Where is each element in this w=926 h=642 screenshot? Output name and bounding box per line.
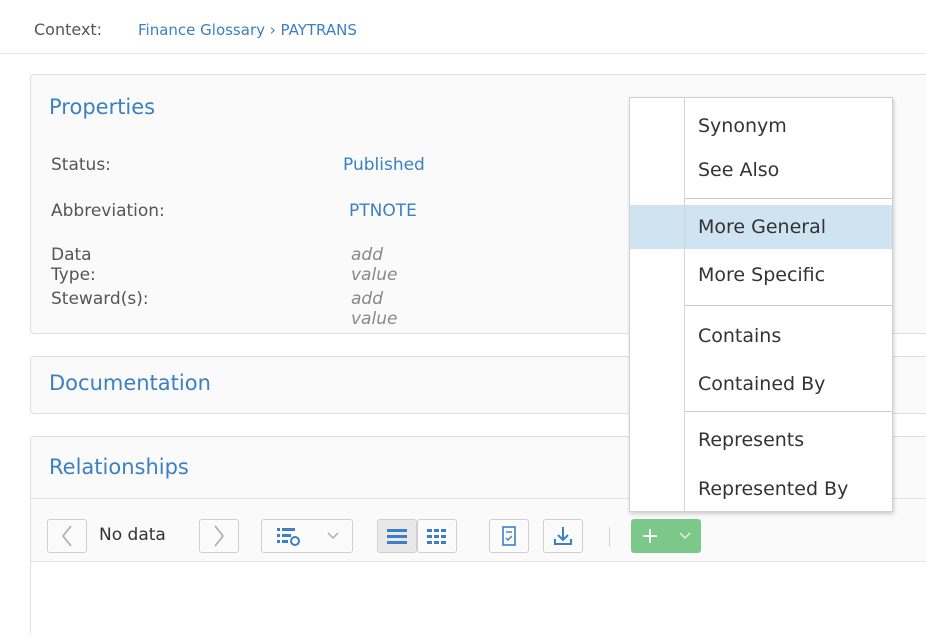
property-value-abbreviation[interactable]: PTNOTE	[349, 201, 417, 221]
menu-separator	[684, 411, 892, 412]
next-page-button[interactable]	[199, 519, 239, 553]
property-key: Abbreviation:	[51, 201, 165, 221]
relationships-list	[31, 561, 926, 642]
list-view-button[interactable]	[377, 519, 417, 553]
toolbar-divider	[609, 527, 610, 547]
context-label: Context:	[34, 20, 103, 39]
relationship-type-menu: Synonym See Also More General More Speci…	[629, 97, 893, 512]
column-settings-icon	[277, 528, 300, 546]
properties-title[interactable]: Properties	[49, 95, 155, 119]
menu-item-contained-by[interactable]: Contained By	[630, 362, 892, 406]
menu-separator	[684, 198, 892, 199]
property-key: Data Type:	[51, 245, 96, 285]
menu-item-more-specific[interactable]: More Specific	[630, 253, 892, 297]
pager-status: No data	[99, 525, 166, 545]
menu-item-synonym[interactable]: Synonym	[630, 104, 892, 148]
chevron-down-icon	[679, 532, 691, 539]
download-button[interactable]	[543, 519, 583, 553]
grid-view-icon	[427, 529, 446, 544]
property-key: Status:	[51, 155, 111, 175]
context-bar: Context: Finance Glossary › PAYTRANS	[0, 0, 926, 54]
grid-view-button[interactable]	[417, 519, 457, 553]
menu-icon-gutter	[684, 98, 685, 511]
list-view-icon	[387, 529, 407, 544]
column-settings-dropdown[interactable]	[261, 519, 353, 553]
chevron-right-icon	[214, 525, 225, 547]
plus-icon: +	[640, 523, 660, 549]
download-icon	[554, 527, 572, 545]
menu-item-contains[interactable]: Contains	[630, 314, 892, 358]
property-value-status[interactable]: Published	[343, 155, 425, 175]
checklist-icon	[502, 526, 516, 546]
add-relationship-button[interactable]: +	[631, 519, 701, 553]
property-value-stewards[interactable]: add value	[351, 289, 397, 329]
property-value-data-type[interactable]: add value	[351, 245, 397, 285]
documentation-title[interactable]: Documentation	[49, 371, 211, 395]
property-key: Steward(s):	[51, 289, 149, 309]
chevron-down-icon	[327, 532, 339, 539]
relationships-title[interactable]: Relationships	[49, 455, 189, 479]
context-breadcrumb[interactable]: Finance Glossary › PAYTRANS	[138, 21, 357, 39]
previous-page-button[interactable]	[47, 519, 87, 553]
menu-item-represents[interactable]: Represents	[630, 418, 892, 462]
chevron-left-icon	[61, 525, 72, 547]
checklist-button[interactable]	[489, 519, 529, 553]
menu-item-represented-by[interactable]: Represented By	[630, 467, 892, 511]
menu-item-more-general[interactable]: More General	[630, 205, 892, 249]
menu-separator	[684, 305, 892, 306]
menu-item-see-also[interactable]: See Also	[630, 148, 892, 192]
